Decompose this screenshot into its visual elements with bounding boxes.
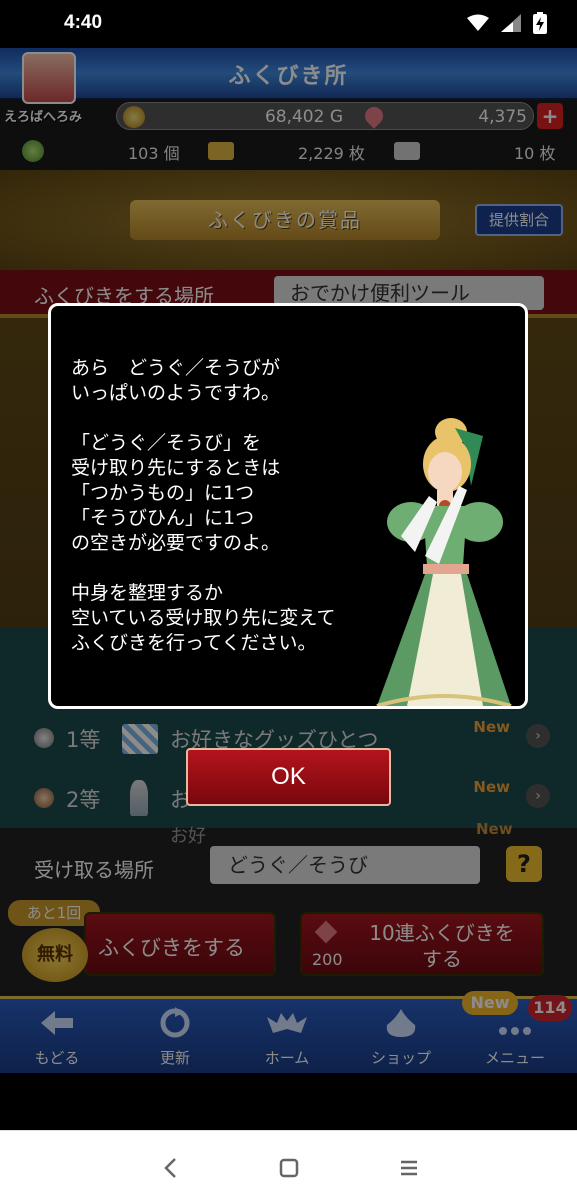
ok-button[interactable]: OK bbox=[186, 748, 391, 806]
npc-character-icon bbox=[376, 418, 512, 706]
dialog-line: あら どうぐ／そうびが bbox=[71, 357, 281, 379]
home-icon[interactable] bbox=[274, 1153, 304, 1183]
status-bar: 4:40 bbox=[0, 0, 577, 48]
game-screen: ふくびき所 えろばへろみ 68,402 G 4,375 + 103 個 2,22… bbox=[0, 48, 577, 1073]
dialog-line: 「つかうもの」に1つ bbox=[71, 482, 255, 504]
status-icons bbox=[467, 12, 547, 34]
dialog-line: の空きが必要ですのよ。 bbox=[71, 532, 281, 554]
dialog-line: いっぱいのようですわ。 bbox=[71, 382, 281, 404]
status-time: 4:40 bbox=[64, 12, 103, 33]
back-icon[interactable] bbox=[156, 1153, 186, 1183]
dialog-line: 「どうぐ／そうび」を bbox=[71, 432, 262, 454]
dialog-line: 受け取り先にするときは bbox=[71, 457, 281, 479]
dialog-line: ふくびきを行ってください。 bbox=[71, 632, 317, 654]
dialog-line: 空いている受け取り先に変えて bbox=[71, 607, 336, 629]
recents-icon[interactable] bbox=[394, 1153, 424, 1183]
dialog-line: 中身を整理するか bbox=[71, 582, 224, 604]
signal-icon bbox=[501, 14, 521, 32]
system-nav-bar bbox=[0, 1130, 577, 1200]
dialog-line: 「そうびひん」に1つ bbox=[71, 507, 255, 529]
battery-charging-icon bbox=[533, 12, 547, 34]
wifi-icon bbox=[467, 14, 489, 31]
message-dialog: あら どうぐ／そうびが いっぱいのようですわ。 「どうぐ／そうび」を 受け取り先… bbox=[48, 303, 528, 709]
